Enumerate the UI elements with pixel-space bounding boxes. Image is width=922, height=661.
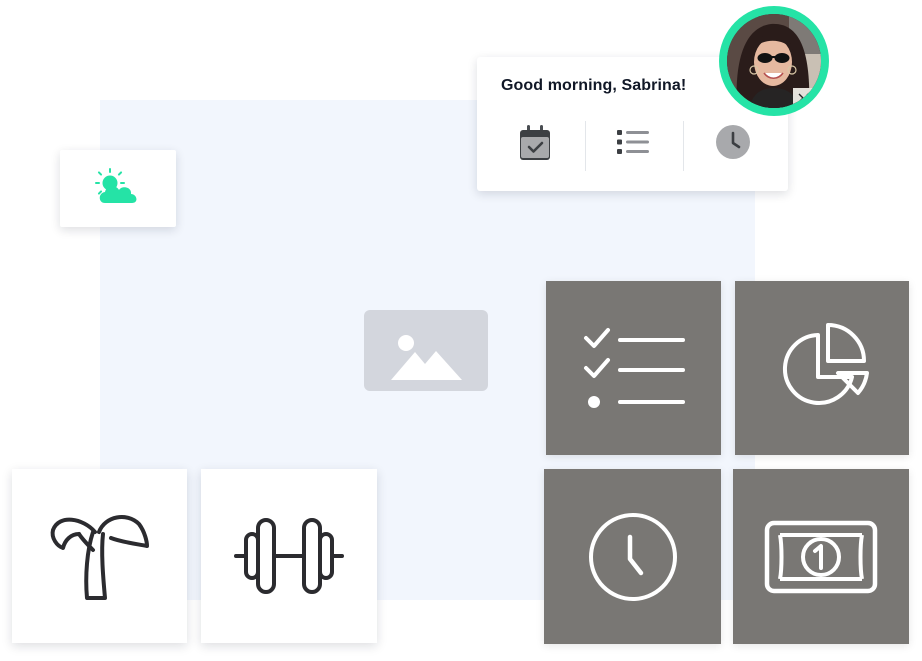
clock-action-button[interactable]: [713, 124, 753, 164]
tasks-tile[interactable]: [546, 281, 721, 455]
action-divider: [683, 121, 684, 171]
fitness-tile[interactable]: [201, 469, 377, 643]
clock-icon: [585, 509, 681, 605]
action-divider: [585, 121, 586, 171]
money-tile[interactable]: [733, 469, 909, 644]
time-tile[interactable]: [544, 469, 721, 644]
greeting-title: Good morning, Sabrina!: [501, 77, 687, 94]
list-action-button[interactable]: [613, 124, 653, 164]
weather-widget[interactable]: [60, 150, 176, 227]
calendar-check-icon: [518, 124, 552, 165]
image-placeholder-icon: [364, 310, 488, 391]
checklist-icon: [579, 323, 689, 413]
banknote-icon: [764, 518, 878, 596]
list-icon: [616, 128, 650, 161]
palm-tree-icon: [49, 510, 151, 602]
calendar-action-button[interactable]: [515, 124, 555, 164]
avatar-ring: [719, 6, 829, 116]
partly-cloudy-icon: [92, 165, 144, 212]
clock-icon: [715, 124, 751, 165]
dumbbell-icon: [233, 516, 345, 596]
stats-tile[interactable]: [735, 281, 909, 455]
pie-chart-icon: [772, 321, 872, 415]
avatar[interactable]: [727, 14, 821, 108]
vacation-tile[interactable]: [12, 469, 187, 643]
